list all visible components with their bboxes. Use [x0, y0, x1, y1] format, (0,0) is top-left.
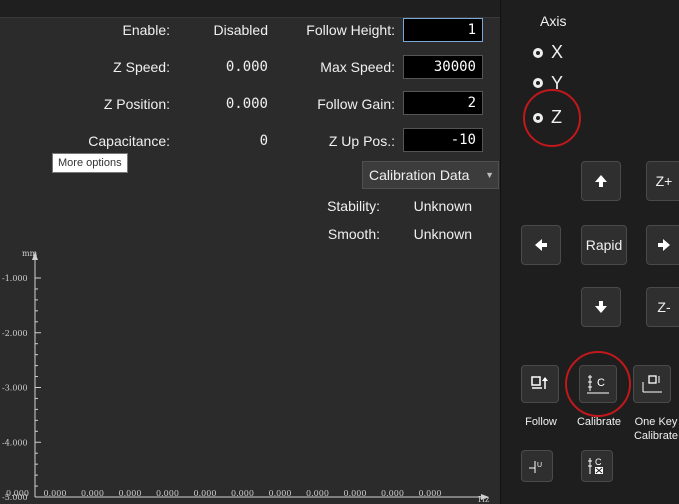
z-position-label: Z Position: — [103, 96, 170, 112]
x-tick-label: 0.000 — [344, 489, 367, 498]
enable-label: Enable: — [122, 22, 170, 38]
rapid-button[interactable]: Rapid — [581, 225, 627, 265]
one-key-calibrate-icon — [642, 375, 662, 393]
jog-left-button[interactable] — [521, 225, 561, 265]
capacitance-measure-button[interactable]: U — [521, 450, 553, 482]
x-tick-label: 0.000 — [381, 489, 404, 498]
calibrate-highlight-circle — [565, 351, 631, 417]
max-speed-field[interactable]: 30000 — [403, 55, 483, 79]
top-strip — [0, 0, 500, 18]
x-tick-label: 0.000 — [419, 489, 442, 498]
axis-title: Axis — [540, 13, 567, 29]
x-tick-label: 0.000 — [44, 489, 67, 498]
axis-radio-y-label: Y — [551, 76, 564, 90]
x-tick-label: 0.000 — [269, 489, 292, 498]
dropdown-caret-icon: ▼ — [485, 170, 494, 180]
follow-gain-label: Follow Gain: — [317, 96, 395, 112]
arrow-right-icon — [658, 239, 670, 251]
arrow-left-icon — [535, 239, 547, 251]
y-tick-label: -4.000 — [2, 438, 28, 447]
jog-right-button[interactable] — [646, 225, 679, 265]
radio-icon — [533, 78, 543, 88]
clear-calibration-icon: C — [588, 457, 603, 474]
jog-down-button[interactable] — [581, 287, 621, 327]
x-tick-label: 0.000 — [231, 489, 254, 498]
svg-text:U: U — [537, 462, 542, 469]
z-minus-button[interactable]: Z- — [646, 287, 679, 327]
more-options-tooltip: More options — [52, 153, 128, 173]
x-tick-label: 0.000 — [119, 489, 142, 498]
one-key-label-line1: One Key — [634, 416, 678, 428]
y-axis-label: mm — [22, 249, 38, 258]
x-tick-label: 0.000 — [6, 489, 29, 498]
max-speed-label: Max Speed: — [320, 59, 395, 75]
smooth-value: Unknown — [413, 226, 472, 242]
svg-text:C: C — [595, 457, 602, 467]
follow-icon — [531, 376, 548, 389]
x-tick-label: 0.000 — [156, 489, 179, 498]
y-tick-label: -3.000 — [2, 384, 28, 393]
calibration-chart: mm Hz -1.000-2.000-3.000-4.000-5.000 0.0… — [2, 249, 489, 504]
z-plus-label: Z+ — [655, 173, 673, 189]
z-minus-label: Z- — [657, 299, 671, 315]
z-up-pos-field[interactable]: -10 — [403, 128, 483, 152]
rapid-label: Rapid — [585, 237, 623, 253]
follow-height-field[interactable]: 1 — [403, 18, 483, 42]
y-tick-label: -2.000 — [2, 329, 28, 338]
x-axis-label: Hz — [478, 495, 489, 504]
smooth-label: Smooth: — [327, 226, 380, 242]
jog-up-button[interactable] — [581, 161, 621, 201]
radio-icon — [533, 47, 543, 58]
one-key-calibrate-button[interactable] — [633, 365, 671, 403]
arrow-up-icon — [595, 175, 607, 187]
follow-gain-field[interactable]: 2 — [403, 91, 483, 115]
stability-value: Unknown — [413, 198, 472, 214]
z-position-value: 0.000 — [225, 96, 268, 112]
arrow-down-icon — [595, 301, 607, 313]
calibrate-label: Calibrate — [576, 416, 622, 428]
z-highlight-circle — [523, 89, 581, 147]
capacitance-label: Capacitance: — [88, 133, 170, 149]
capacitance-value: 0 — [259, 133, 268, 149]
follow-label: Follow — [525, 416, 557, 428]
axis-radio-x[interactable]: X — [533, 42, 563, 63]
one-key-label-line2: Calibrate — [633, 430, 679, 442]
z-speed-label: Z Speed: — [113, 59, 170, 75]
follow-height-label: Follow Height: — [306, 22, 395, 38]
calibration-data-dropdown[interactable]: Calibration Data ▼ — [362, 161, 499, 189]
measure-icon: U — [529, 461, 542, 473]
x-tick-label: 0.000 — [306, 489, 329, 498]
stability-label: Stability: — [327, 198, 380, 214]
axis-radio-x-label: X — [551, 42, 564, 62]
enable-value: Disabled — [213, 22, 268, 38]
x-tick-label: 0.000 — [194, 489, 217, 498]
z-up-pos-label: Z Up Pos.: — [328, 133, 395, 149]
x-tick-label: 0.000 — [81, 489, 104, 498]
z-speed-value: 0.000 — [225, 59, 268, 75]
y-tick-label: -1.000 — [2, 274, 28, 283]
clear-calibration-button[interactable]: C — [581, 450, 613, 482]
z-plus-button[interactable]: Z+ — [646, 161, 679, 201]
axis-radio-y[interactable]: Y — [533, 76, 563, 90]
follow-button[interactable] — [521, 365, 559, 403]
control-panel: Axis X Y Z Z+ Rapid Z- C Follow Calibrat… — [500, 0, 679, 504]
parameter-panel: Enable: Disabled Follow Height: 1 Z Spee… — [0, 0, 500, 158]
calibration-data-label: Calibration Data — [369, 167, 470, 183]
